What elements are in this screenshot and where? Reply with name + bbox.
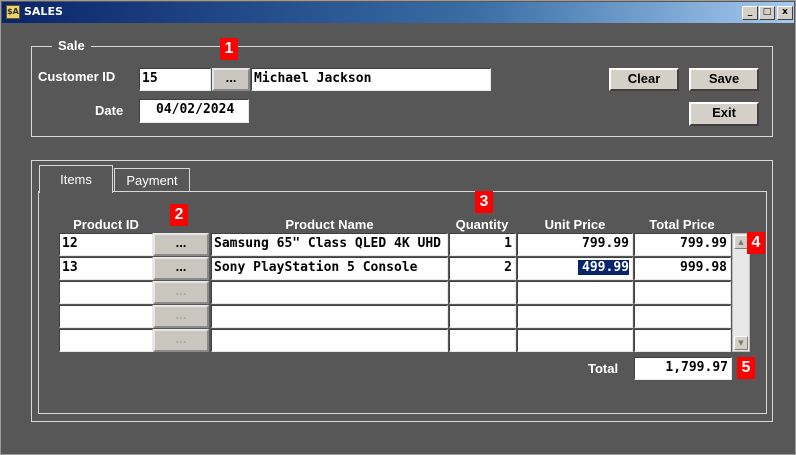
row-5-product-id[interactable] xyxy=(59,329,153,352)
row-3-product-lookup-button[interactable]: ... xyxy=(153,281,209,304)
total-value-field: 1,799.97 xyxy=(634,357,732,380)
row-4-product-name xyxy=(211,305,448,328)
customer-lookup-button[interactable]: ... xyxy=(212,68,250,91)
app-icon: $A xyxy=(6,5,20,19)
row-4-total-price xyxy=(634,305,731,328)
clear-button[interactable]: Clear xyxy=(609,68,679,91)
marker-5: 5 xyxy=(737,357,755,379)
window-title: SALES xyxy=(24,5,63,18)
marker-2: 2 xyxy=(170,204,188,226)
scroll-up-icon[interactable]: ▲ xyxy=(734,235,748,249)
exit-button[interactable]: Exit xyxy=(689,102,759,126)
marker-3: 3 xyxy=(475,191,493,213)
customer-name-field: Michael Jackson xyxy=(251,68,491,91)
marker-4: 4 xyxy=(747,232,765,254)
row-4-unit-price[interactable] xyxy=(517,305,633,328)
sale-groupbox xyxy=(31,46,773,137)
row-4-product-id[interactable] xyxy=(59,305,153,328)
row-3-quantity[interactable] xyxy=(449,281,516,304)
scroll-down-icon[interactable]: ▼ xyxy=(734,336,748,350)
sale-legend: Sale xyxy=(52,38,91,53)
tab-payment[interactable]: Payment xyxy=(114,168,190,191)
row-5-total-price xyxy=(634,329,731,352)
row-2-unit-price[interactable]: 499.99 xyxy=(517,257,633,280)
minimize-button[interactable]: _ xyxy=(742,6,758,20)
row-3-total-price xyxy=(634,281,731,304)
date-input[interactable]: 04/02/2024 xyxy=(139,99,249,123)
save-button[interactable]: Save xyxy=(689,68,759,91)
row-3-unit-price[interactable] xyxy=(517,281,633,304)
col-header-quantity: Quantity xyxy=(455,217,509,232)
row-1-unit-price[interactable]: 799.99 xyxy=(517,233,633,256)
customer-id-label: Customer ID xyxy=(38,69,116,84)
sales-window: $A SALES _ □ x Sale Customer ID 15 ... M… xyxy=(0,0,796,455)
total-label: Total xyxy=(588,361,619,376)
date-label: Date xyxy=(95,103,124,118)
row-1-total-price: 799.99 xyxy=(634,233,731,256)
close-button[interactable]: x xyxy=(777,6,793,20)
marker-1: 1 xyxy=(220,38,238,60)
row-1-product-id[interactable]: 12 xyxy=(59,233,153,256)
row-4-product-lookup-button[interactable]: ... xyxy=(153,305,209,328)
row-1-product-lookup-button[interactable]: ... xyxy=(153,233,209,256)
row-2-product-name: Sony PlayStation 5 Console xyxy=(211,257,448,280)
row-5-quantity[interactable] xyxy=(449,329,516,352)
customer-id-input[interactable]: 15 xyxy=(139,68,211,91)
row-5-product-name xyxy=(211,329,448,352)
col-header-total-price: Total Price xyxy=(649,217,715,232)
tab-items[interactable]: Items xyxy=(39,165,113,193)
row-1-quantity[interactable]: 1 xyxy=(449,233,516,256)
col-header-unit-price: Unit Price xyxy=(544,217,606,232)
row-1-product-name: Samsung 65" Class QLED 4K UHD xyxy=(211,233,448,256)
row-2-quantity[interactable]: 2 xyxy=(449,257,516,280)
row-3-product-name xyxy=(211,281,448,304)
col-header-product-id: Product ID xyxy=(73,217,139,232)
title-bar[interactable]: $A SALES _ □ x xyxy=(2,2,794,23)
row-2-product-id[interactable]: 13 xyxy=(59,257,153,280)
row-2-total-price: 999.98 xyxy=(634,257,731,280)
col-header-product-name: Product Name xyxy=(285,217,374,232)
row-5-product-lookup-button[interactable]: ... xyxy=(153,329,209,352)
maximize-button[interactable]: □ xyxy=(759,6,775,20)
row-2-product-lookup-button[interactable]: ... xyxy=(153,257,209,280)
row-5-unit-price[interactable] xyxy=(517,329,633,352)
row-3-product-id[interactable] xyxy=(59,281,153,304)
row-4-quantity[interactable] xyxy=(449,305,516,328)
row-2-unit-price-selection: 499.99 xyxy=(578,260,629,275)
